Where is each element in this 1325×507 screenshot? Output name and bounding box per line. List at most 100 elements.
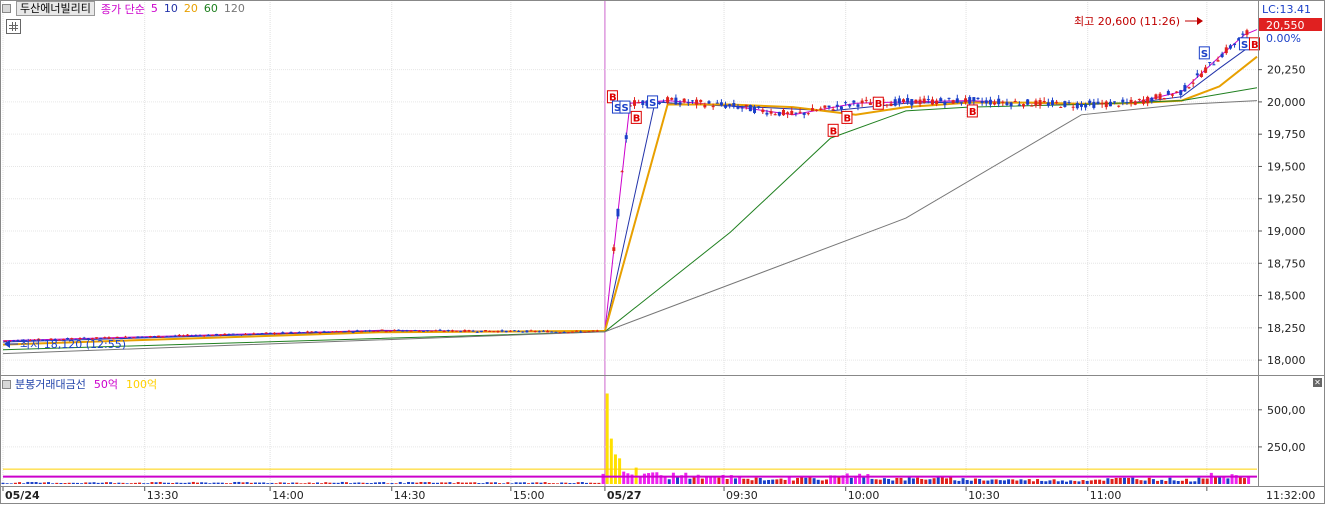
- candle-body: [566, 332, 570, 334]
- candle-body: [343, 331, 347, 333]
- candle-body: [467, 330, 471, 332]
- stock-name[interactable]: 두산에너빌리티: [16, 1, 95, 16]
- candle-body: [993, 102, 997, 105]
- candle-body: [558, 332, 562, 334]
- price-tick-label: 18,500: [1267, 290, 1306, 303]
- candle-body: [864, 99, 868, 101]
- volume-bar: [998, 480, 1002, 484]
- candle-body: [322, 331, 326, 333]
- candle-body: [1059, 106, 1063, 108]
- candle-body: [335, 331, 339, 333]
- volume-bar: [18, 482, 22, 484]
- close-icon[interactable]: ✕: [1313, 378, 1322, 387]
- candle-body: [190, 335, 194, 337]
- candle-body: [260, 333, 264, 335]
- signal-label: B: [830, 126, 838, 137]
- candle-body: [1075, 103, 1079, 109]
- candle-body: [670, 98, 674, 100]
- candle-body: [790, 110, 794, 115]
- ma-label: 종가 단순: [100, 2, 145, 16]
- volume-bar: [928, 479, 932, 484]
- candle-body: [1187, 87, 1191, 89]
- volume-bar: [1127, 477, 1131, 484]
- volume-bar: [191, 481, 195, 484]
- volume-bar: [266, 483, 270, 484]
- candle-body: [587, 331, 591, 333]
- volume-bar: [237, 481, 241, 484]
- volume-bar: [9, 483, 13, 484]
- volume-bar: [547, 483, 551, 484]
- grid-icon[interactable]: [6, 19, 21, 34]
- volume-legend: 분봉거래대금선 50억 100억: [2, 377, 157, 391]
- candle-body: [926, 99, 930, 101]
- candle-body: [330, 331, 334, 333]
- candle-body: [728, 104, 732, 106]
- candle-body: [686, 102, 690, 104]
- candle-body: [376, 330, 380, 332]
- candle-body: [844, 102, 848, 104]
- volume-legend-handle[interactable]: [2, 379, 11, 389]
- volume-bar: [1218, 477, 1222, 484]
- chart-window: BSSBSBBBBSSB 05/24 13:30 14:00 14:30 15:00 05…: [0, 0, 1325, 504]
- time-tick-label: 14:30: [394, 489, 426, 502]
- candle-body: [339, 331, 343, 333]
- volume-bar: [1019, 479, 1023, 484]
- candle-body: [637, 102, 641, 104]
- candle-body: [152, 336, 156, 338]
- candle-body: [678, 102, 682, 105]
- volume-title: 분봉거래대금선: [15, 378, 86, 391]
- candle-body: [148, 336, 152, 338]
- volume-bar: [84, 482, 88, 484]
- candle-body: [860, 100, 864, 104]
- volume-bar: [812, 478, 816, 484]
- volume-bar: [692, 476, 696, 484]
- volume-bar: [1031, 481, 1035, 484]
- volume-bar: [365, 482, 369, 484]
- legend-collapse-handle[interactable]: [2, 4, 11, 13]
- candle-body: [128, 337, 132, 339]
- buy-signal: B: [827, 123, 839, 137]
- candle-body: [169, 336, 173, 338]
- volume-bar: [22, 483, 26, 484]
- volume-bar: [171, 482, 175, 484]
- volume-bar: [316, 482, 320, 484]
- candle-body: [239, 334, 243, 336]
- volume-bar: [402, 483, 406, 484]
- volume-bar: [618, 458, 622, 484]
- candle-body: [910, 99, 914, 106]
- signal-label: S: [1201, 49, 1208, 60]
- volume-bar: [1002, 480, 1006, 484]
- ma-period-10: 10: [163, 2, 178, 15]
- volume-bar: [423, 482, 427, 484]
- volume-tick-label: 250,00: [1267, 441, 1306, 454]
- volume-bar: [514, 482, 518, 484]
- volume-bar: [187, 482, 191, 484]
- candle-body: [885, 104, 889, 106]
- buy-signal: B: [841, 110, 853, 124]
- candle-body: [1046, 102, 1050, 106]
- volume-bar: [576, 482, 580, 484]
- buy-signal: B: [872, 96, 884, 110]
- volume-bar: [195, 482, 199, 484]
- candle-body: [1166, 90, 1170, 95]
- volume-bar: [258, 482, 262, 484]
- volume-bar: [746, 478, 750, 484]
- volume-bar: [320, 483, 324, 484]
- candles: [4, 28, 1249, 343]
- volume-bar: [1238, 477, 1242, 484]
- candle-body: [463, 329, 467, 332]
- price-tick-label: 19,000: [1267, 225, 1306, 238]
- volume-bar: [626, 473, 630, 484]
- candle-body: [1067, 102, 1071, 104]
- volume-bar: [100, 482, 104, 484]
- candle-body: [1175, 91, 1179, 93]
- time-tick-label: 15:00: [513, 489, 545, 502]
- volume-bar: [1106, 478, 1110, 484]
- volume-bar: [1197, 477, 1201, 484]
- volume-bar: [5, 483, 9, 484]
- volume-bar: [456, 482, 460, 484]
- volume-bar: [1209, 472, 1213, 484]
- volume-bar: [452, 483, 456, 484]
- candle-body: [856, 104, 860, 107]
- volume-bar: [862, 476, 866, 484]
